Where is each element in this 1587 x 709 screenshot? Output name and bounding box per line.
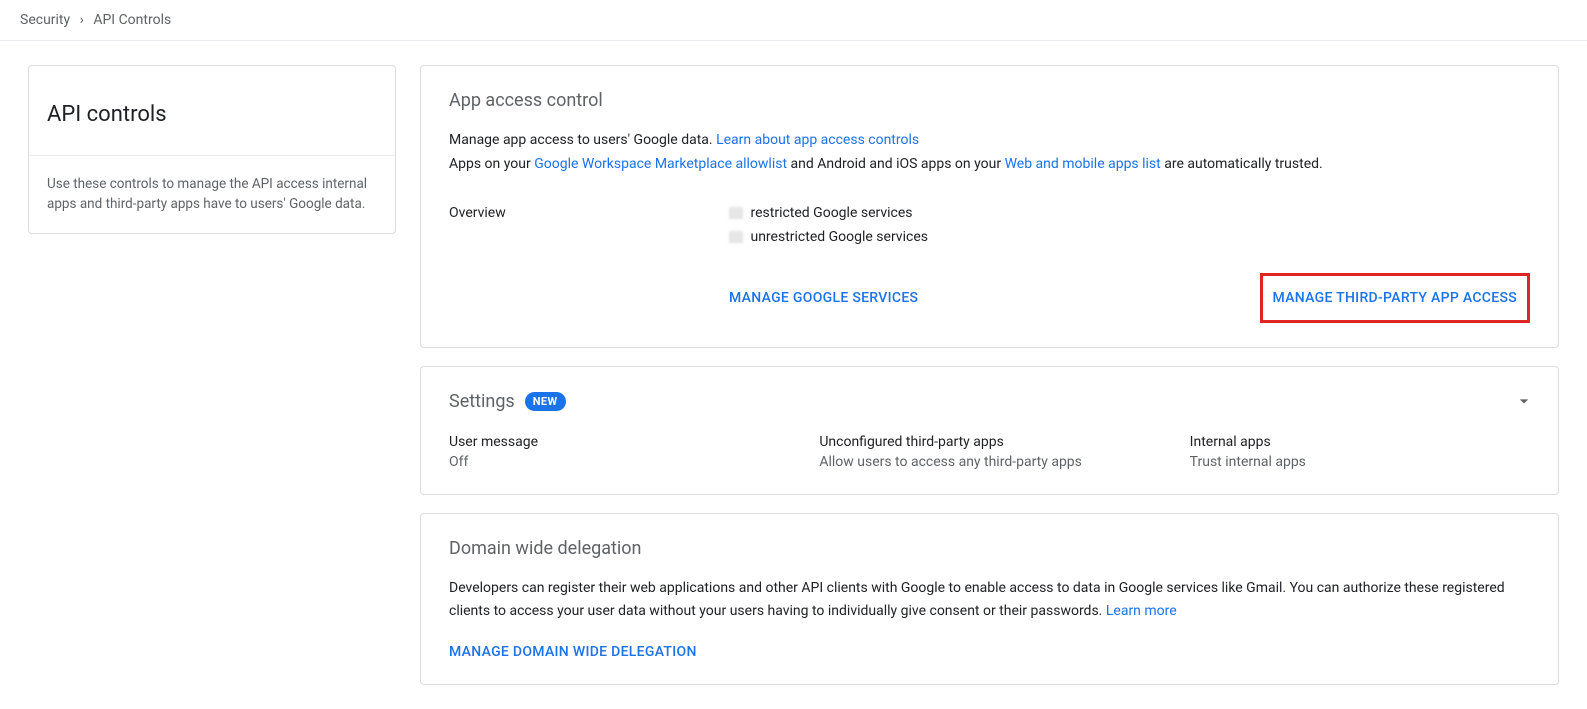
manage-domain-wide-delegation-button[interactable]: MANAGE DOMAIN WIDE DELEGATION [449, 644, 697, 660]
side-info-card: API controls Use these controls to manag… [28, 65, 396, 234]
chevron-right-icon: › [80, 12, 84, 28]
setting-title: Internal apps [1190, 434, 1530, 450]
redacted-count [729, 231, 743, 243]
text: Apps on your [449, 156, 531, 172]
text: unrestricted Google services [750, 229, 928, 245]
learn-more-delegation-link[interactable]: Learn more [1106, 603, 1177, 619]
setting-value: Allow users to access any third-party ap… [819, 454, 1159, 470]
manage-google-services-button[interactable]: MANAGE GOOGLE SERVICES [729, 290, 918, 306]
breadcrumb: Security › API Controls [0, 0, 1587, 41]
domain-wide-delegation-panel: Domain wide delegation Developers can re… [420, 513, 1559, 686]
setting-title: User message [449, 434, 789, 450]
panel-heading: Domain wide delegation [449, 538, 1530, 559]
settings-col-user-message: User message Off [449, 434, 789, 470]
learn-access-controls-link[interactable]: Learn about app access controls [716, 132, 919, 148]
panel-heading: App access control [449, 90, 1530, 111]
highlight-annotation: MANAGE THIRD-PARTY APP ACCESS [1260, 273, 1530, 323]
access-intro-text: Manage app access to users' Google data. [449, 132, 713, 148]
web-mobile-apps-link[interactable]: Web and mobile apps list [1005, 156, 1161, 172]
new-badge: NEW [525, 392, 566, 411]
chevron-down-icon[interactable] [1514, 391, 1534, 415]
unrestricted-services-line: unrestricted Google services [729, 229, 928, 245]
breadcrumb-parent[interactable]: Security [20, 12, 70, 28]
setting-value: Trust internal apps [1190, 454, 1530, 470]
settings-col-internal-apps: Internal apps Trust internal apps [1190, 434, 1530, 470]
breadcrumb-current: API Controls [93, 12, 171, 28]
panel-heading: Settings [449, 391, 515, 412]
text: restricted Google services [750, 205, 912, 221]
overview-label: Overview [449, 205, 729, 245]
redacted-count [729, 207, 743, 219]
page-title: API controls [29, 66, 395, 156]
text: are automatically trusted. [1164, 156, 1322, 172]
page-description: Use these controls to manage the API acc… [29, 156, 395, 233]
settings-panel[interactable]: Settings NEW User message Off Unconfigur… [420, 366, 1559, 495]
text: and Android and iOS apps on your [791, 156, 1002, 172]
restricted-services-line: restricted Google services [729, 205, 928, 221]
manage-third-party-app-access-button[interactable]: MANAGE THIRD-PARTY APP ACCESS [1273, 290, 1517, 306]
delegation-desc: Developers can register their web applic… [449, 580, 1505, 620]
setting-title: Unconfigured third-party apps [819, 434, 1159, 450]
settings-col-unconfigured-apps: Unconfigured third-party apps Allow user… [819, 434, 1159, 470]
setting-value: Off [449, 454, 789, 470]
app-access-control-panel: App access control Manage app access to … [420, 65, 1559, 348]
marketplace-allowlist-link[interactable]: Google Workspace Marketplace allowlist [534, 156, 787, 172]
